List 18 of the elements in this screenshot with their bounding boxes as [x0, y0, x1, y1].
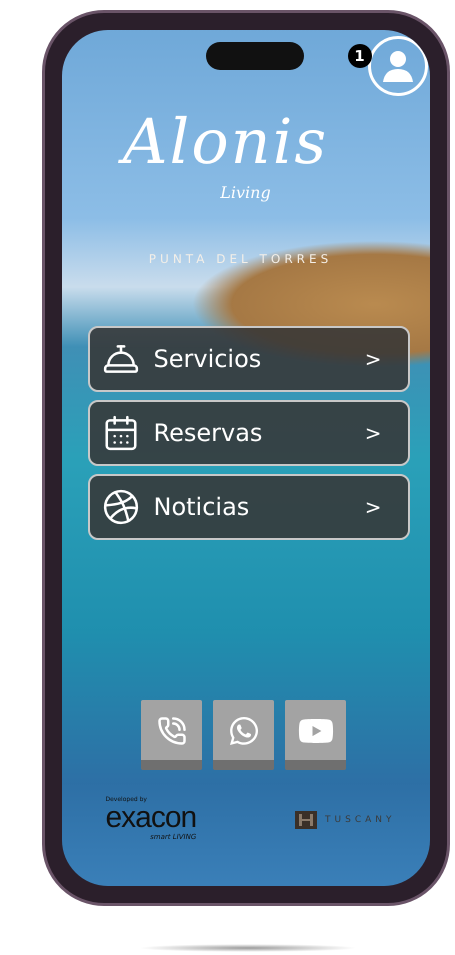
location-label: PUNTA DEL TORRES — [148, 252, 332, 266]
ball-icon — [102, 488, 140, 526]
menu-button[interactable]: Reservas > — [88, 400, 410, 466]
partner-logo-icon — [295, 810, 318, 829]
developer-logo: exacon — [106, 802, 196, 833]
video-button[interactable] — [285, 700, 346, 770]
phone-icon — [156, 716, 186, 746]
menu-button[interactable]: Noticias > — [88, 474, 410, 540]
menu-button[interactable]: Servicios > — [88, 326, 410, 392]
logo-name: Alonis — [110, 102, 340, 183]
partner-name: TUSCANY — [325, 814, 396, 825]
profile-button[interactable] — [368, 36, 428, 96]
call-button[interactable] — [141, 700, 202, 770]
user-icon — [380, 49, 414, 83]
logo-tagline: Living — [220, 182, 271, 202]
chat-bubble-icon — [228, 714, 260, 747]
notification-badge: 1 — [348, 44, 372, 68]
whatsapp-button[interactable] — [213, 700, 274, 770]
